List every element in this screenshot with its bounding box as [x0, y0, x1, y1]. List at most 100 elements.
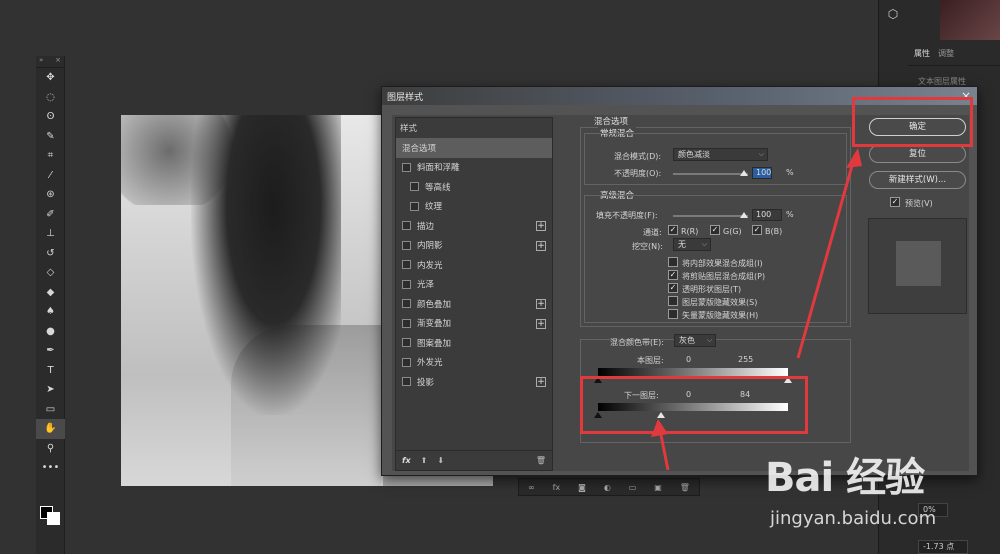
style-checkbox[interactable] — [410, 201, 419, 211]
knockout-select[interactable]: 无 ⌵ — [673, 238, 711, 251]
hand-icon[interactable]: ✋ — [36, 419, 65, 439]
blend-interior-effects-checkbox[interactable] — [668, 257, 678, 267]
add-effect-icon[interactable]: + — [536, 240, 546, 251]
opacity-input[interactable]: 100 — [752, 167, 772, 179]
style-item[interactable]: 图案叠加 — [396, 333, 552, 353]
fill-opacity-slider-knob[interactable] — [740, 212, 748, 218]
elliptical-marquee-icon[interactable]: ◌ — [36, 88, 65, 108]
type-icon[interactable]: T — [36, 361, 65, 381]
opacity-slider[interactable] — [673, 173, 748, 175]
style-checkbox[interactable] — [402, 377, 411, 387]
add-effect-icon[interactable]: + — [536, 318, 546, 329]
fill-opacity-slider[interactable] — [673, 215, 748, 217]
layer-mask-hides-checkbox[interactable] — [668, 296, 678, 306]
baidu-watermark-url: jingyan.baidu.com — [770, 508, 937, 529]
trash-icon[interactable]: 🗑 — [680, 483, 690, 492]
style-item[interactable]: 投影 + — [396, 372, 552, 392]
folder-icon[interactable]: ▭ — [629, 483, 637, 492]
vector-mask-hides-checkbox[interactable] — [668, 309, 678, 319]
rectangle-icon[interactable]: ▭ — [36, 400, 65, 420]
blend-if-select[interactable]: 灰色 ⌵ — [674, 334, 716, 347]
color-picker-preview[interactable] — [940, 0, 1000, 40]
move-up-icon[interactable]: ⬆ — [421, 456, 428, 465]
tab-adjustments[interactable]: 调整 — [938, 48, 954, 65]
style-checkbox[interactable] — [402, 240, 411, 250]
style-checkbox[interactable] — [402, 162, 411, 172]
style-item[interactable]: 内发光 — [396, 255, 552, 275]
reset-button[interactable]: 复位 — [869, 145, 966, 163]
adjustment-icon[interactable]: ◐ — [604, 483, 611, 492]
3d-cube-icon[interactable]: ⬡ — [880, 2, 906, 26]
fill-opacity-input[interactable]: 100 — [752, 209, 782, 221]
brush-icon[interactable]: ✐ — [36, 205, 65, 225]
transparency-shapes-checkbox[interactable]: ✓ — [668, 283, 678, 293]
style-item[interactable]: 内阴影 + — [396, 236, 552, 256]
zoom-icon[interactable]: ⚲ — [36, 439, 65, 459]
style-checkbox[interactable] — [402, 338, 411, 348]
channel-r-checkbox[interactable]: ✓ — [668, 225, 678, 235]
close-icon[interactable]: × — [55, 56, 61, 67]
collapse-icon[interactable]: » — [39, 56, 43, 67]
style-item-label: 纹理 — [425, 202, 443, 213]
style-checkbox[interactable] — [402, 357, 411, 367]
channel-g-checkbox[interactable]: ✓ — [710, 225, 720, 235]
channel-b-checkbox[interactable]: ✓ — [752, 225, 762, 235]
pen-icon[interactable]: ✒ — [36, 341, 65, 361]
style-item[interactable]: 渐变叠加 + — [396, 314, 552, 334]
new-style-button[interactable]: 新建样式(W)... — [869, 171, 966, 189]
history-brush-icon[interactable]: ↺ — [36, 244, 65, 264]
style-checkbox[interactable] — [402, 318, 411, 328]
chevron-down-icon: ⌵ — [758, 150, 764, 158]
blur-icon[interactable]: ♠ — [36, 302, 65, 322]
link-icon[interactable]: ∞ — [528, 483, 535, 492]
style-item[interactable]: 描边 + — [396, 216, 552, 236]
blend-clipped-layers-checkbox[interactable]: ✓ — [668, 270, 678, 280]
blend-mode-select[interactable]: 颜色减淡 ⌵ — [673, 148, 768, 161]
preview-checkbox[interactable]: ✓ — [890, 197, 900, 207]
style-item-label: 图案叠加 — [417, 338, 452, 349]
knockout-value: 无 — [678, 240, 686, 249]
style-item-label: 渐变叠加 — [417, 319, 452, 330]
fx-menu-icon[interactable]: fx — [402, 456, 411, 465]
style-checkbox[interactable] — [402, 279, 411, 289]
opacity-slider-knob[interactable] — [740, 170, 748, 176]
transparency-shapes-label: 透明形状图层(T) — [682, 285, 742, 294]
baseline-shift-field[interactable]: -1.73 点 — [918, 540, 968, 554]
path-select-icon[interactable]: ➤ — [36, 380, 65, 400]
add-effect-icon[interactable]: + — [536, 299, 546, 309]
dodge-icon[interactable]: ● — [36, 322, 65, 342]
fx-icon[interactable]: fx — [553, 483, 561, 492]
style-item[interactable]: 斜面和浮雕 — [396, 158, 552, 178]
style-item[interactable]: 颜色叠加 + — [396, 294, 552, 314]
crop-icon[interactable]: ⌗ — [36, 146, 65, 166]
delete-icon[interactable]: 🗑 — [536, 456, 546, 465]
style-checkbox[interactable] — [402, 221, 411, 231]
chevron-down-icon: ⌵ — [706, 336, 712, 344]
healing-brush-icon[interactable]: ⊛ — [36, 185, 65, 205]
style-item[interactable]: 等高线 — [396, 177, 552, 197]
eyedropper-icon[interactable]: ⁄ — [36, 166, 65, 186]
style-checkbox[interactable] — [402, 260, 411, 270]
add-effect-icon[interactable]: + — [536, 221, 546, 231]
add-effect-icon[interactable]: + — [536, 377, 546, 387]
quick-select-icon[interactable]: ✎ — [36, 127, 65, 147]
eraser-icon[interactable]: ◇ — [36, 263, 65, 283]
background-color-swatch[interactable] — [47, 512, 60, 525]
clone-stamp-icon[interactable]: ⊥ — [36, 224, 65, 244]
tab-properties[interactable]: 属性 — [914, 48, 930, 65]
move-down-icon[interactable]: ⬇ — [437, 456, 444, 465]
fill-opacity-label: 填充不透明度(F): — [596, 211, 658, 220]
style-checkbox[interactable] — [402, 299, 411, 309]
lasso-icon[interactable]: ʘ — [36, 107, 65, 127]
this-layer-gradient — [598, 368, 788, 376]
style-item[interactable]: 外发光 — [396, 353, 552, 373]
move-tool-icon[interactable]: ✥ — [36, 68, 65, 88]
new-layer-icon[interactable]: ▣ — [654, 483, 662, 492]
paint-bucket-icon[interactable]: ◆ — [36, 283, 65, 303]
style-item[interactable]: 纹理 — [396, 197, 552, 217]
mask-icon[interactable]: ◙ — [578, 483, 586, 492]
more-tools-icon[interactable]: ••• — [36, 458, 65, 478]
style-checkbox[interactable] — [410, 182, 419, 192]
style-item[interactable]: 光泽 — [396, 275, 552, 295]
style-item[interactable]: 混合选项 — [396, 138, 552, 158]
